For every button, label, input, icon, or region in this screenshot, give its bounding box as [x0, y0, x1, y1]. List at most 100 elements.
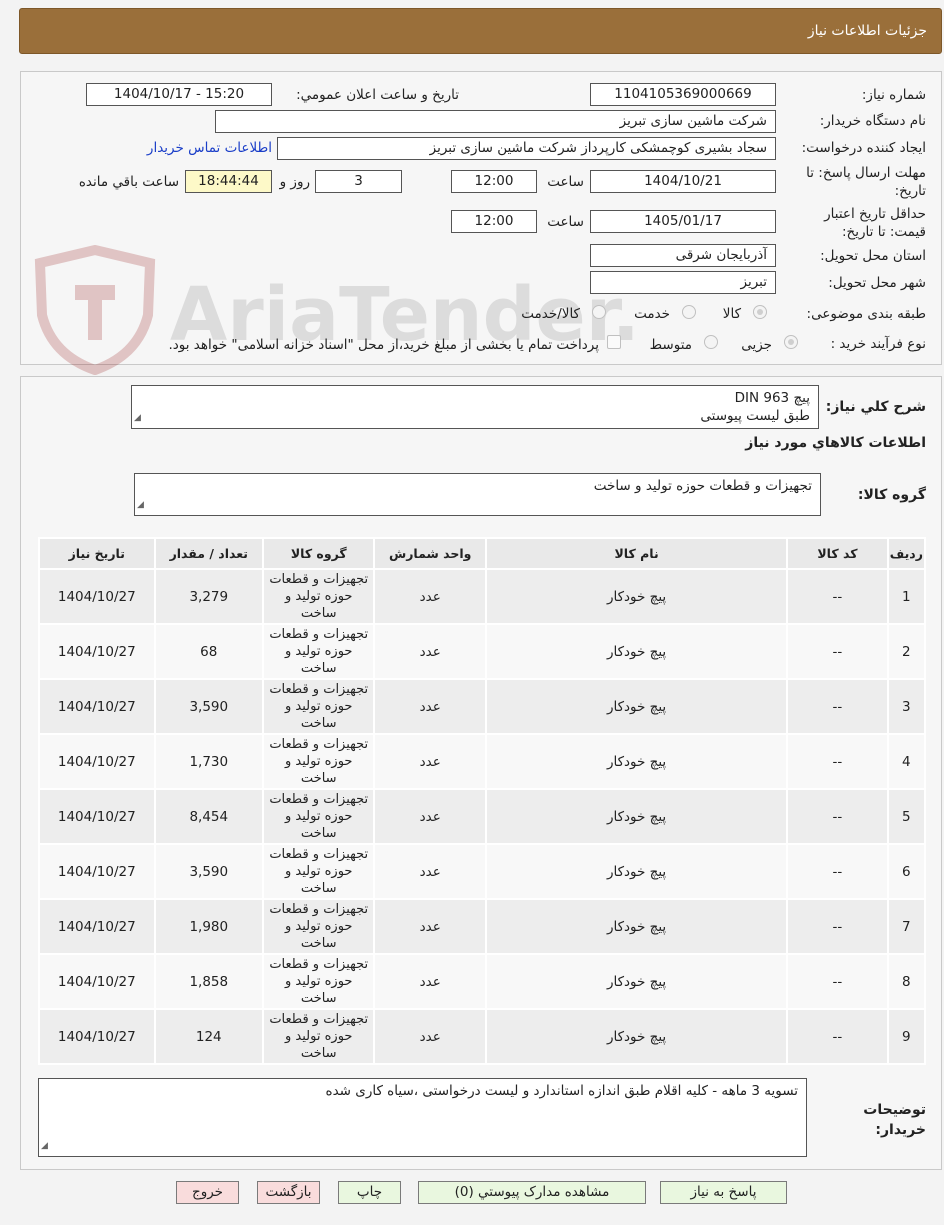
table-row[interactable]: 8 -- پیچ خودکار عدد تجهیزات و قطعات حوزه…: [38, 953, 927, 1010]
cell-code: --: [786, 678, 889, 735]
buyer-org-label: نام دستگاه خریدار:: [819, 113, 926, 129]
validity-time-field: 12:00: [451, 210, 537, 233]
resize-grip-icon[interactable]: ◢: [41, 1137, 48, 1155]
cell-code: --: [786, 733, 889, 790]
category-option-goods: کالا: [722, 306, 741, 322]
days-field: 3: [315, 170, 402, 193]
description-line-2: طبق لیست پیوستی: [700, 408, 810, 424]
cell-date: 1404/10/27: [38, 843, 156, 900]
process-radio-medium[interactable]: [704, 335, 718, 349]
description-line-1: پیچ DIN 963: [734, 390, 810, 406]
cell-group: تجهیزات و قطعات حوزه تولید و ساخت: [261, 953, 376, 1010]
description-textarea[interactable]: پیچ DIN 963 طبق لیست پیوستی ◢: [131, 385, 819, 429]
payment-note: پرداخت تمام یا بخشی از مبلغ خرید،از محل …: [168, 337, 599, 353]
col-name: نام کالا: [484, 537, 789, 570]
cell-date: 1404/10/27: [38, 788, 156, 845]
table-row[interactable]: 6 -- پیچ خودکار عدد تجهیزات و قطعات حوزه…: [38, 843, 927, 900]
resize-grip-icon[interactable]: ◢: [137, 496, 144, 514]
city-field: تبریز: [590, 271, 776, 294]
goods-group-label: گروه کالا:: [857, 487, 926, 503]
attachments-button[interactable]: مشاهده مدارک پيوستي (0): [418, 1181, 646, 1204]
cell-qty: 68: [153, 623, 265, 680]
creator-field: سجاد بشیری کوچمشکی کارپرداز شرکت ماشین س…: [277, 137, 776, 160]
cell-row: 7: [886, 898, 927, 955]
table-row[interactable]: 4 -- پیچ خودکار عدد تجهیزات و قطعات حوزه…: [38, 733, 927, 790]
exit-button[interactable]: خروج: [176, 1181, 239, 1204]
table-row[interactable]: 7 -- پیچ خودکار عدد تجهیزات و قطعات حوزه…: [38, 898, 927, 955]
deadline-date-field: 1404/10/21: [590, 170, 776, 193]
cell-group: تجهیزات و قطعات حوزه تولید و ساخت: [261, 843, 376, 900]
table-row[interactable]: 3 -- پیچ خودکار عدد تجهیزات و قطعات حوزه…: [38, 678, 927, 735]
print-button[interactable]: چاپ: [338, 1181, 401, 1204]
cell-group: تجهیزات و قطعات حوزه تولید و ساخت: [261, 733, 376, 790]
cell-row: 5: [886, 788, 927, 845]
cell-row: 4: [886, 733, 927, 790]
cell-date: 1404/10/27: [38, 678, 156, 735]
back-button[interactable]: بازگشت: [257, 1181, 320, 1204]
cell-date: 1404/10/27: [38, 1008, 156, 1065]
cell-code: --: [786, 898, 889, 955]
category-radio-service[interactable]: [682, 305, 696, 319]
payment-checkbox[interactable]: [607, 335, 621, 349]
cell-name: پیچ خودکار: [484, 898, 789, 955]
category-radio-goods-service[interactable]: [592, 305, 606, 319]
cell-name: پیچ خودکار: [484, 1008, 789, 1065]
cell-date: 1404/10/27: [38, 953, 156, 1010]
cell-group: تجهیزات و قطعات حوزه تولید و ساخت: [261, 678, 376, 735]
deadline-time-label: ساعت: [547, 174, 584, 190]
reply-button[interactable]: پاسخ به نياز: [660, 1181, 787, 1204]
cell-row: 8: [886, 953, 927, 1010]
notes-textarea[interactable]: تسویه 3 ماهه - کلیه اقلام طبق اندازه است…: [38, 1078, 807, 1157]
need-number-label: شماره نیاز:: [861, 87, 926, 103]
table-row[interactable]: 2 -- پیچ خودکار عدد تجهیزات و قطعات حوزه…: [38, 623, 927, 680]
cell-date: 1404/10/27: [38, 568, 156, 625]
cell-qty: 1,730: [153, 733, 265, 790]
col-unit: واحد شمارش: [373, 537, 487, 570]
items-table: رديف کد کالا نام کالا واحد شمارش گروه کا…: [38, 537, 927, 1065]
cell-date: 1404/10/27: [38, 898, 156, 955]
cell-qty: 1,858: [153, 953, 265, 1010]
resize-grip-icon[interactable]: ◢: [134, 409, 141, 427]
cell-group: تجهیزات و قطعات حوزه تولید و ساخت: [261, 898, 376, 955]
cell-group: تجهیزات و قطعات حوزه تولید و ساخت: [261, 788, 376, 845]
cell-name: پیچ خودکار: [484, 788, 789, 845]
cell-name: پیچ خودکار: [484, 568, 789, 625]
page-title: جزئيات اطلاعات نياز: [807, 23, 927, 39]
cell-row: 1: [886, 568, 927, 625]
notes-label: توضیحات خریدار:: [863, 1102, 926, 1138]
cell-date: 1404/10/27: [38, 733, 156, 790]
cell-code: --: [786, 568, 889, 625]
cell-name: پیچ خودکار: [484, 733, 789, 790]
table-row[interactable]: 5 -- پیچ خودکار عدد تجهیزات و قطعات حوزه…: [38, 788, 927, 845]
table-row[interactable]: 9 -- پیچ خودکار عدد تجهیزات و قطعات حوزه…: [38, 1008, 927, 1065]
process-radio-minor[interactable]: [784, 335, 798, 349]
cell-unit: عدد: [373, 733, 487, 790]
cell-code: --: [786, 623, 889, 680]
cell-qty: 8,454: [153, 788, 265, 845]
page-header: جزئيات اطلاعات نياز: [19, 8, 942, 54]
buyer-org-field: شرکت ماشین سازی تبریز: [215, 110, 776, 133]
validity-date-field: 1405/01/17: [590, 210, 776, 233]
cell-unit: عدد: [373, 568, 487, 625]
col-row: رديف: [886, 537, 927, 570]
remaining-label: ساعت باقي مانده: [78, 174, 179, 190]
announce-label: تاريخ و ساعت اعلان عمومي:: [296, 87, 459, 103]
cell-qty: 3,279: [153, 568, 265, 625]
category-label: طبقه بندی موضوعی:: [806, 306, 926, 322]
city-label: شهر محل تحویل:: [828, 275, 926, 291]
buyer-contact-link[interactable]: اطلاعات تماس خریدار: [147, 140, 272, 156]
process-option-minor: جزیی: [741, 337, 772, 353]
category-radio-goods[interactable]: [753, 305, 767, 319]
col-date: تاریخ نیاز: [38, 537, 156, 570]
cell-unit: عدد: [373, 953, 487, 1010]
process-option-medium: متوسط: [649, 337, 692, 353]
days-label: روز و: [279, 174, 310, 190]
cell-name: پیچ خودکار: [484, 953, 789, 1010]
cell-name: پیچ خودکار: [484, 843, 789, 900]
cell-qty: 1,980: [153, 898, 265, 955]
goods-group-textarea[interactable]: تجهیزات و قطعات حوزه تولید و ساخت ◢: [134, 473, 821, 516]
goods-section-title: اطلاعات کالاهاي مورد نياز: [745, 435, 926, 451]
need-number-field: 1104105369000669: [590, 83, 776, 106]
goods-group-value: تجهیزات و قطعات حوزه تولید و ساخت: [593, 478, 812, 494]
table-row[interactable]: 1 -- پیچ خودکار عدد تجهیزات و قطعات حوزه…: [38, 568, 927, 625]
